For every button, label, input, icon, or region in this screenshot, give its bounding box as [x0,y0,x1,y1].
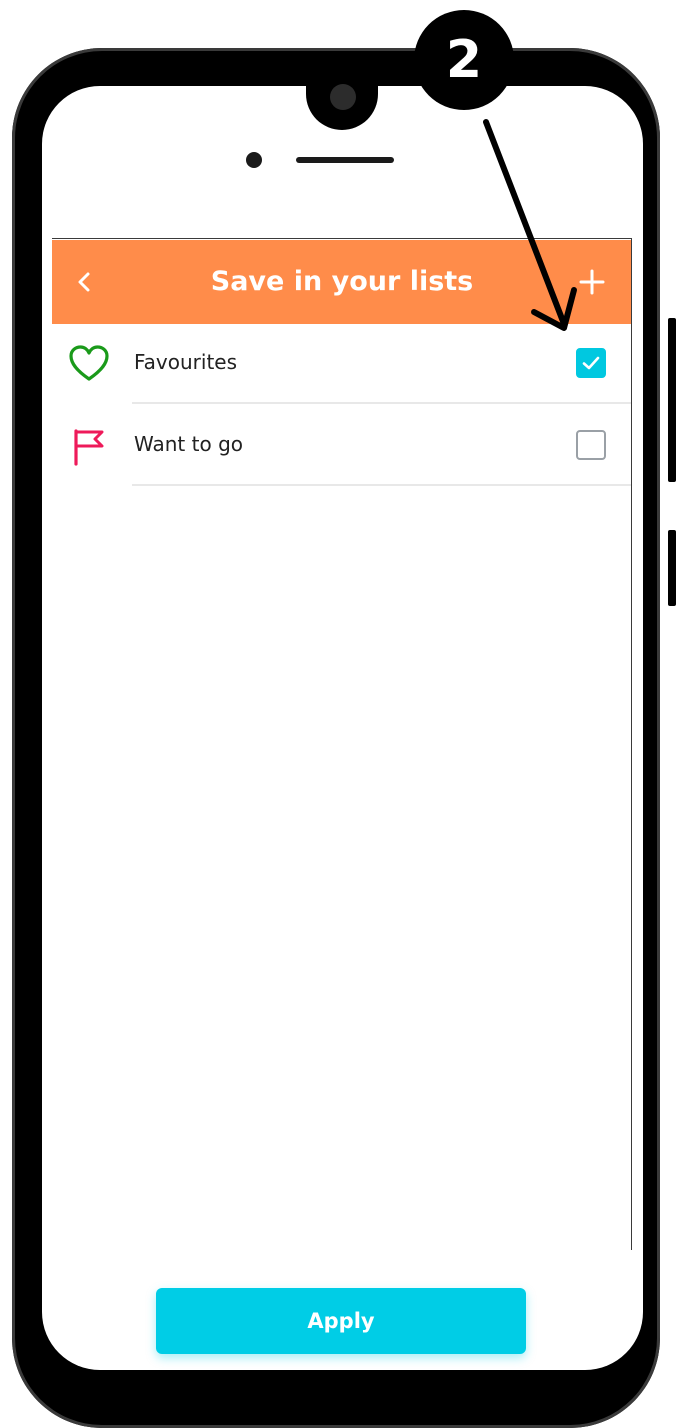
app-header: Save in your lists [52,240,632,324]
list-item-label: Favourites [134,350,238,374]
step-number-badge: 2 [414,10,514,110]
camera-icon [330,84,356,110]
want-to-go-checkbox[interactable] [576,430,606,460]
add-list-button[interactable] [574,264,610,300]
flag-icon [74,429,104,466]
plus-icon [579,269,605,295]
list-item-want-to-go[interactable]: Want to go [52,406,632,486]
apply-button[interactable]: Apply [156,1288,526,1354]
heart-icon [69,345,109,381]
page-title: Save in your lists [210,266,474,297]
favourites-checkbox[interactable] [576,348,606,378]
phone-side-button [668,530,676,606]
check-icon [582,356,600,370]
list-item-favourites[interactable]: Favourites [52,324,632,404]
divider [132,484,632,486]
divider [132,402,632,404]
sensor-dot [246,152,262,168]
speaker-grille [296,157,394,163]
phone-side-button [668,318,676,482]
list-item-label: Want to go [134,432,243,456]
